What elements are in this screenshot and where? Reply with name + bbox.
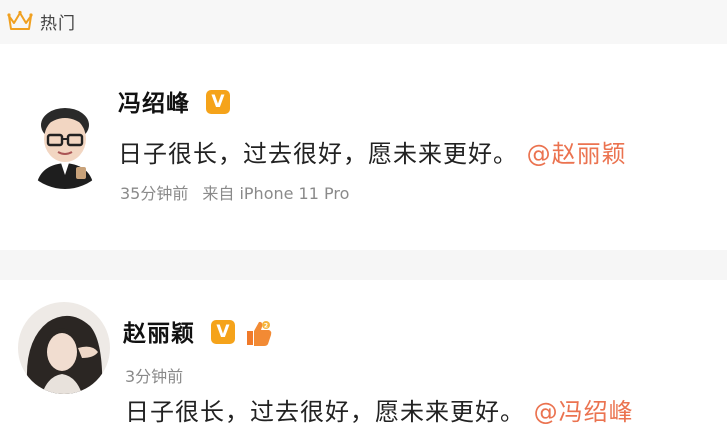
mention-link[interactable]: @赵丽颖 <box>527 140 627 168</box>
feed-divider <box>0 250 727 280</box>
weibo-post[interactable]: 冯绍峰 V 日子很长，过去很好，愿未来更好。 @赵丽颖 35分钟前 来自 iPho… <box>0 44 727 250</box>
post-text: 日子很长，过去很好，愿未来更好。 @赵丽颖 <box>118 134 627 169</box>
verified-badge: V <box>211 320 235 344</box>
post-body: 日子很长，过去很好，愿未来更好。 <box>125 398 525 426</box>
crown-icon <box>7 10 33 32</box>
verified-badge: V <box>206 90 230 114</box>
username[interactable]: 赵丽颖 <box>123 314 195 348</box>
thumbs-up-level-icon: 2 <box>243 319 273 347</box>
avatar[interactable] <box>18 95 112 189</box>
weibo-post[interactable]: 赵丽颖 V 2 3分钟前 日子很长，过去很好，愿未来更好。 @冯绍峰 <box>0 280 727 431</box>
header-title: 热门 <box>40 14 76 34</box>
post-body: 日子很长，过去很好，愿未来更好。 <box>118 140 518 168</box>
mention-link[interactable]: @冯绍峰 <box>534 398 634 426</box>
post-meta: 35分钟前 来自 iPhone 11 Pro <box>120 180 349 204</box>
post-time[interactable]: 35分钟前 <box>120 184 188 203</box>
post-time[interactable]: 3分钟前 <box>125 363 183 387</box>
post-source: 来自 iPhone 11 Pro <box>202 184 350 203</box>
username[interactable]: 冯绍峰 <box>118 84 190 118</box>
post-text: 日子很长，过去很好，愿未来更好。 @冯绍峰 <box>125 392 634 427</box>
avatar[interactable] <box>18 302 110 394</box>
svg-text:2: 2 <box>264 323 268 330</box>
hot-header: 热门 <box>0 0 727 44</box>
